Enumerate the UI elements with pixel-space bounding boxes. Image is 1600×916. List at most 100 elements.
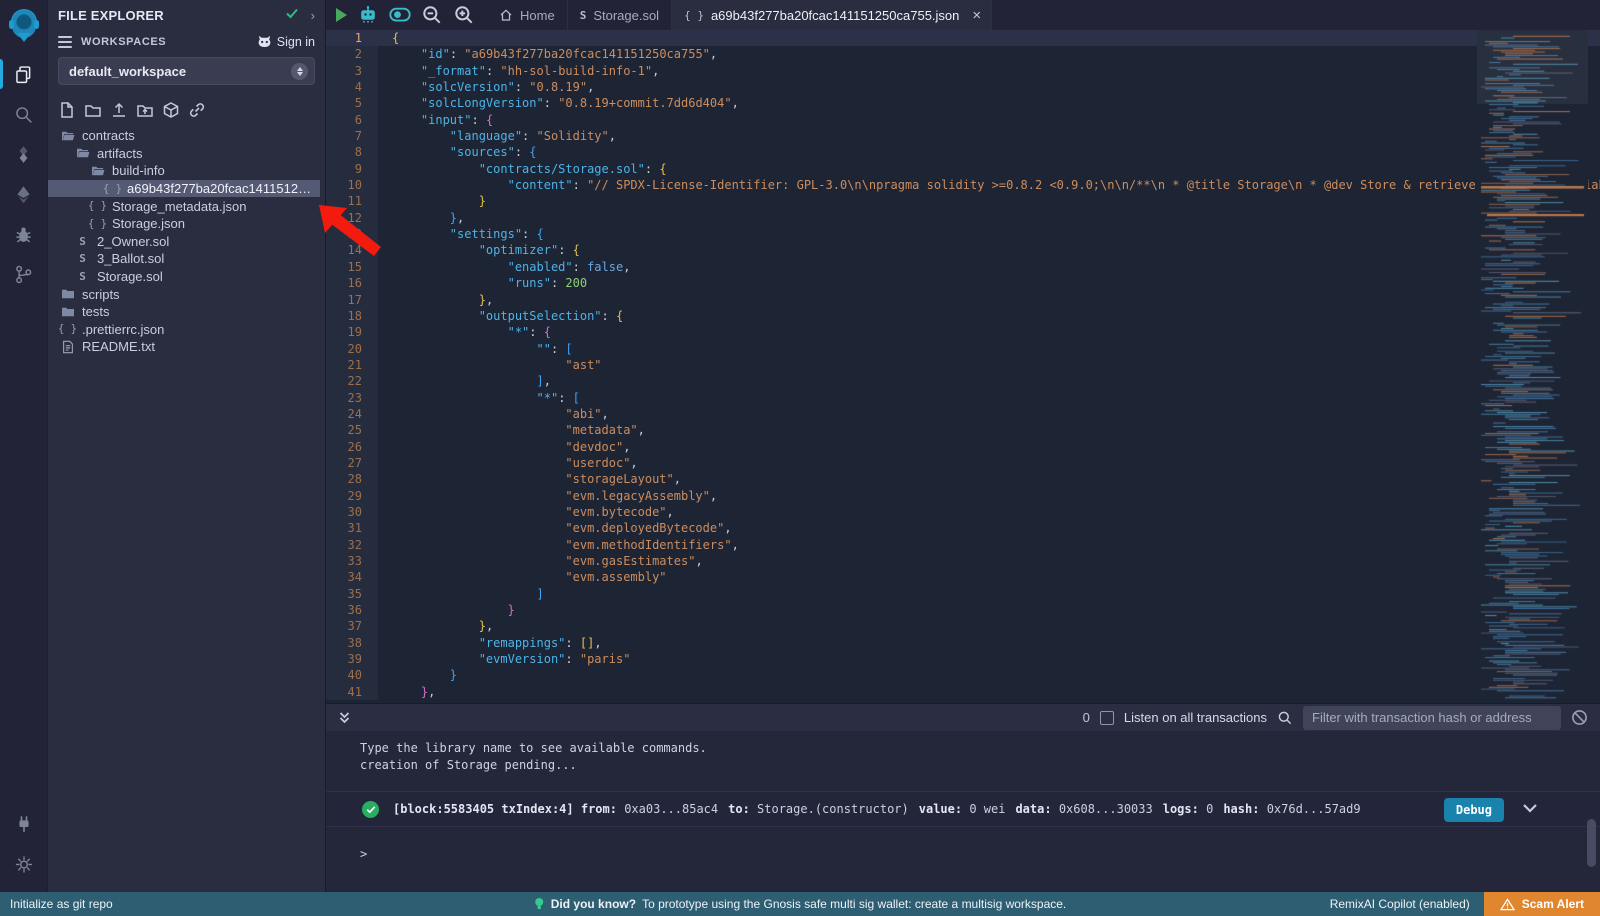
zoom-in-icon[interactable] xyxy=(453,5,475,25)
line-number: 8 xyxy=(326,144,378,160)
run-script-button[interactable] xyxy=(336,8,347,22)
transaction-count: 0 xyxy=(1083,710,1090,725)
code-text: } xyxy=(378,602,1600,618)
tree-item-readme-txt[interactable]: README.txt xyxy=(48,338,325,356)
tree-item-artifacts[interactable]: artifacts xyxy=(48,145,325,163)
activity-git-icon[interactable] xyxy=(0,254,48,294)
tab-storage-sol[interactable]: SStorage.sol xyxy=(568,0,672,30)
code-text: "id": "a69b43f277ba20fcac141151250ca755"… xyxy=(378,46,1600,62)
line-number: 22 xyxy=(326,373,378,389)
code-text: "solcLongVersion": "0.8.19+commit.7dd6d4… xyxy=(378,95,1600,111)
git-icon xyxy=(13,264,34,285)
tree-item-contracts[interactable]: contracts xyxy=(48,127,325,145)
new-folder-icon[interactable] xyxy=(84,101,102,119)
code-line-36: 36 } xyxy=(326,602,1600,618)
code-text: "evm.bytecode", xyxy=(378,504,1600,520)
git-init-button[interactable]: Initialize as git repo xyxy=(10,897,113,911)
tree-item-2-owner-sol[interactable]: S2_Owner.sol xyxy=(48,233,325,251)
workspace-select[interactable]: default_workspace xyxy=(58,57,315,85)
copilot-toggle[interactable] xyxy=(389,5,411,25)
activity-search-icon[interactable] xyxy=(0,94,48,134)
code-text: "evm.deployedBytecode", xyxy=(378,520,1600,536)
activity-settings-icon[interactable] xyxy=(0,844,48,884)
tree-item-3-ballot-sol[interactable]: S3_Ballot.sol xyxy=(48,250,325,268)
chevron-right-icon[interactable]: › xyxy=(311,8,315,23)
zoom-out-icon[interactable] xyxy=(421,5,443,25)
tree-item-storage-metadata-json[interactable]: { }Storage_metadata.json xyxy=(48,197,325,215)
tab-bar: HomeSStorage.sol{ }a69b43f277ba20fcac141… xyxy=(326,0,1600,30)
activity-file-explorer-icon[interactable] xyxy=(0,54,48,94)
tree-item-tests[interactable]: tests xyxy=(48,303,325,321)
tree-item-label: 3_Ballot.sol xyxy=(97,251,164,266)
plugin-manager-icon xyxy=(14,814,34,834)
activity-deploy-run-icon[interactable] xyxy=(0,174,48,214)
code-editor[interactable]: 1{2 "id": "a69b43f277ba20fcac141151250ca… xyxy=(326,30,1600,703)
transaction-log-row[interactable]: [block:5583405 txIndex:4] from: 0xa03...… xyxy=(326,791,1600,827)
code-line-20: 20 "": [ xyxy=(326,341,1600,357)
line-number: 3 xyxy=(326,63,378,79)
terminal-scrollbar[interactable] xyxy=(1587,819,1596,867)
code-text: "ast" xyxy=(378,357,1600,373)
sign-in-button[interactable]: Sign in xyxy=(257,34,315,49)
tree-item--prettierrc-json[interactable]: { } .prettierrc.json xyxy=(48,321,325,339)
tree-item-label: .prettierrc.json xyxy=(82,322,164,337)
tree-item-storage-json[interactable]: { }Storage.json xyxy=(48,215,325,233)
lightbulb-icon xyxy=(534,897,545,911)
line-number: 30 xyxy=(326,504,378,520)
line-number: 2 xyxy=(326,46,378,62)
activity-debugger-icon[interactable] xyxy=(0,214,48,254)
link-icon[interactable] xyxy=(188,101,206,119)
terminal-prompt[interactable]: > xyxy=(360,847,367,861)
code-text: "language": "Solidity", xyxy=(378,128,1600,144)
tree-item-label: 2_Owner.sol xyxy=(97,234,169,249)
code-line-9: 9 "contracts/Storage.sol": { xyxy=(326,161,1600,177)
code-text: }, xyxy=(378,684,1600,700)
activity-bar xyxy=(0,0,48,892)
copilot-status[interactable]: RemixAI Copilot (enabled) xyxy=(1330,897,1470,911)
terminal-output[interactable]: Type the library name to see available c… xyxy=(326,731,1600,892)
clear-console-icon[interactable] xyxy=(1571,709,1588,726)
code-text: }, xyxy=(378,618,1600,634)
tree-item-label: Storage.json xyxy=(112,216,185,231)
new-file-icon[interactable] xyxy=(58,101,76,119)
upload-folder-icon[interactable] xyxy=(136,101,154,119)
upload-file-icon[interactable] xyxy=(110,101,128,119)
line-number: 31 xyxy=(326,520,378,536)
workspaces-label: WORKSPACES xyxy=(81,36,248,48)
terminal-collapse-icon[interactable] xyxy=(338,711,351,725)
debug-button[interactable]: Debug xyxy=(1444,798,1504,822)
check-icon xyxy=(285,6,299,25)
ai-copilot-robot-icon[interactable] xyxy=(357,5,379,25)
tree-item-storage-sol[interactable]: SStorage.sol xyxy=(48,268,325,286)
tree-item-build-info[interactable]: build-info xyxy=(48,162,325,180)
folder-icon xyxy=(60,306,75,318)
line-number: 10 xyxy=(326,177,378,193)
code-line-7: 7 "language": "Solidity", xyxy=(326,128,1600,144)
code-line-35: 35 ] xyxy=(326,586,1600,602)
tree-item-a69b43f277ba20fcac141151250ca7-[interactable]: { }a69b43f277ba20fcac141151250ca7... xyxy=(48,180,320,198)
transaction-filter-input[interactable] xyxy=(1303,706,1561,730)
listen-all-checkbox[interactable] xyxy=(1100,711,1114,725)
workspace-menu-icon[interactable] xyxy=(58,36,72,48)
tab-a69b43f277ba20fcac141151250ca755-json[interactable]: { }a69b43f277ba20fcac141151250ca755.json… xyxy=(672,0,992,30)
tx-expand-icon[interactable] xyxy=(1522,802,1538,816)
minimap[interactable] xyxy=(1477,30,1588,702)
tree-item-scripts[interactable]: scripts xyxy=(48,285,325,303)
activity-plugin-manager-icon[interactable] xyxy=(0,804,48,844)
activity-solidity-compiler-icon[interactable] xyxy=(0,134,48,174)
ipfs-box-icon[interactable] xyxy=(162,101,180,119)
terminal-search-icon[interactable] xyxy=(1277,710,1293,726)
code-line-38: 38 "remappings": [], xyxy=(326,635,1600,651)
scam-alert-badge[interactable]: Scam Alert xyxy=(1484,892,1600,916)
did-you-know-tip: Did you know? To prototype using the Gno… xyxy=(534,897,1067,911)
panel-title: FILE EXPLORER xyxy=(58,8,285,23)
tab-home[interactable]: Home xyxy=(487,0,568,30)
code-line-16: 16 "runs": 200 xyxy=(326,275,1600,291)
home-icon xyxy=(499,8,513,22)
tab-label: a69b43f277ba20fcac141151250ca755.json xyxy=(711,8,959,23)
close-tab-icon[interactable]: × xyxy=(972,8,981,23)
code-line-34: 34 "evm.assembly" xyxy=(326,569,1600,585)
json-icon: { } xyxy=(60,323,75,335)
code-text: "abi", xyxy=(378,406,1600,422)
code-line-5: 5 "solcLongVersion": "0.8.19+commit.7dd6… xyxy=(326,95,1600,111)
